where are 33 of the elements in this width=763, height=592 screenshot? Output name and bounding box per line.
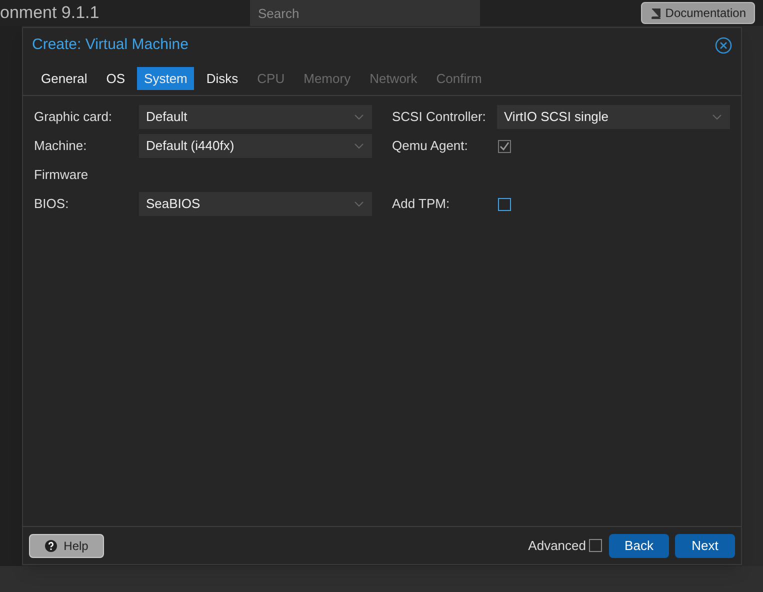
- app-title: onment 9.1.1: [0, 2, 100, 24]
- field-label: BIOS:: [34, 195, 70, 214]
- dropdown-field[interactable]: Default: [139, 105, 372, 129]
- advanced-checkbox[interactable]: [589, 539, 602, 552]
- dropdown-field[interactable]: SeaBIOS: [139, 192, 372, 216]
- field-label: Graphic card:: [34, 108, 114, 126]
- nav-button[interactable]: Next: [675, 534, 735, 558]
- tab[interactable]: Disks: [199, 67, 246, 90]
- section-heading: Firmware: [34, 166, 88, 184]
- field-label: SCSI Controller:: [392, 108, 487, 126]
- tab[interactable]: General: [34, 67, 94, 90]
- book-icon: [650, 8, 662, 18]
- chevron-down-icon: [354, 143, 364, 149]
- checkbox[interactable]: [498, 140, 511, 152]
- tab[interactable]: System: [137, 67, 194, 90]
- dropdown-field[interactable]: VirtIO SCSI single: [497, 105, 730, 129]
- chevron-down-icon: [712, 114, 722, 120]
- help-icon: [44, 540, 57, 552]
- advanced-label: Advanced: [528, 536, 586, 555]
- chevron-down-icon: [354, 201, 364, 207]
- dialog-title: Create: Virtual Machine: [32, 34, 188, 55]
- field-label: Add TPM:: [392, 195, 451, 214]
- checkbox[interactable]: [498, 198, 511, 210]
- field-label: Machine:: [34, 137, 88, 156]
- close-icon[interactable]: [715, 36, 732, 54]
- help-button[interactable]: Help: [29, 534, 104, 558]
- nav-button[interactable]: Back: [609, 534, 669, 558]
- chevron-down-icon: [354, 114, 364, 120]
- tab[interactable]: OS: [99, 67, 132, 90]
- search-field[interactable]: Search: [250, 0, 480, 26]
- documentation-button[interactable]: Documentation: [641, 2, 755, 24]
- field-label: Qemu Agent:: [392, 137, 469, 156]
- dropdown-field[interactable]: Default (i440fx): [139, 134, 372, 158]
